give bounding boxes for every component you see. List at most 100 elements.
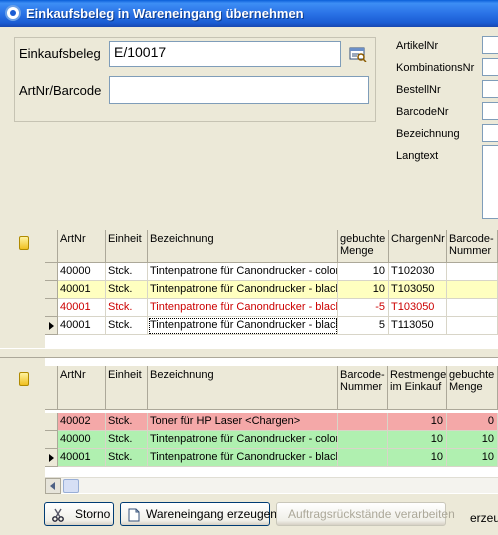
cell-barcode[interactable] [447,263,498,281]
upper-rowheader-corner [45,230,58,263]
table-row[interactable]: 40002 Stck. Toner für HP Laser <Chargen> 10… [45,413,498,431]
cell-einheit[interactable]: Stck. [106,413,148,431]
dialog-window: Einkaufsbeleg in Wareneingang übernehmen… [0,0,498,535]
cell-barcode[interactable] [338,431,388,449]
bezeichnung-field[interactable] [482,124,498,142]
cell-menge[interactable]: 10 [338,263,389,281]
table-row[interactable]: 40000 Stck. Tintenpatrone für Canondrucker… [45,263,498,281]
horizontal-scrollbar[interactable] [45,477,498,494]
lower-col-barcode[interactable]: Barcode-Nummer [338,366,388,410]
scroll-left-button[interactable] [45,478,61,494]
bestellnr-field[interactable] [482,80,498,98]
grid-splitter[interactable] [0,348,498,358]
langtext-label: Langtext [396,150,439,162]
auftragsrueckstaende-label: Auftragsrückstände verarbeiten [288,507,455,521]
langtext-field[interactable] [482,145,498,219]
cell-chargennr[interactable]: T113050 [389,317,447,335]
search-fieldbox: Einkaufsbeleg E/10017 ArtNr/Barcode [14,37,376,122]
title-bar[interactable]: Einkaufsbeleg in Wareneingang übernehmen [0,0,498,27]
cell-menge[interactable]: 10 [447,431,498,449]
lower-grid: ArtNr Einheit Bezeichnung Barcode-Nummer… [0,358,498,494]
lower-col-artnr[interactable]: ArtNr [58,366,106,410]
cell-chargennr[interactable]: T102030 [389,263,447,281]
cell-restmenge[interactable]: 10 [388,413,447,431]
lower-grid-note-icon[interactable] [19,372,29,386]
cell-artnr[interactable]: 40001 [58,281,106,299]
cell-einheit[interactable]: Stck. [106,449,148,467]
cell-artnr[interactable]: 40002 [58,413,106,431]
footer-cut-label: erzeug [470,511,498,525]
document-icon [127,507,141,522]
wareneingang-erzeugen-button[interactable]: Wareneingang erzeugen [120,502,277,526]
lower-rowheader-corner [45,366,58,410]
cell-barcode[interactable] [338,413,388,431]
upper-col-chargennr[interactable]: ChargenNr [389,230,447,263]
lower-col-menge[interactable]: gebuchte Menge [447,366,498,410]
cell-artnr[interactable]: 40001 [58,449,106,467]
cell-einheit[interactable]: Stck. [106,431,148,449]
cell-menge[interactable]: 10 [338,281,389,299]
scroll-thumb[interactable] [63,479,79,493]
scissors-icon [51,507,65,522]
cell-barcode[interactable] [447,299,498,317]
lower-col-bezeichnung[interactable]: Bezeichnung [148,366,338,410]
lookup-icon[interactable] [349,46,367,63]
table-row[interactable]: 40001 Stck. Tintenpatrone für Canondrucker… [45,317,498,335]
upper-col-barcode[interactable]: Barcode-Nummer [447,230,498,263]
einkaufsbeleg-input[interactable]: E/10017 [109,41,341,67]
table-row[interactable]: 40001 Stck. Tintenpatrone für Canondrucker… [45,299,498,317]
artikelnr-field[interactable] [482,36,498,54]
cell-barcode[interactable] [338,449,388,467]
upper-col-einheit[interactable]: Einheit [106,230,148,263]
cell-barcode[interactable] [447,317,498,335]
table-row[interactable]: 40000 Stck. Tintenpatrone für Canondrucker… [45,431,498,449]
bestellnr-label: BestellNr [396,84,441,96]
cell-artnr[interactable]: 40000 [58,431,106,449]
cell-einheit[interactable]: Stck. [106,317,148,335]
cell-einheit[interactable]: Stck. [106,299,148,317]
button-bar: Storno Wareneingang erzeugen Auftragsrüc… [0,494,498,535]
auftragsrueckstaende-button[interactable]: Auftragsrückstände verarbeiten [276,502,455,526]
upper-grid: ArtNr Einheit Bezeichnung gebuchte Menge… [0,230,498,348]
cell-artnr[interactable]: 40000 [58,263,106,281]
cell-chargennr[interactable]: T103050 [389,299,447,317]
kombinationsnr-field[interactable] [482,58,498,76]
cell-bezeichnung[interactable]: Tintenpatrone für Canondrucker - black [148,317,338,335]
artnr-barcode-label: ArtNr/Barcode [19,83,102,98]
einkaufsbeleg-label: Einkaufsbeleg [19,46,101,61]
barcodenr-field[interactable] [482,102,498,120]
upper-col-artnr[interactable]: ArtNr [58,230,106,263]
cell-restmenge[interactable]: 10 [388,431,447,449]
cell-barcode[interactable] [447,281,498,299]
artikelnr-label: ArtikelNr [396,40,439,52]
cell-restmenge[interactable]: 10 [388,449,447,467]
cell-bezeichnung[interactable]: Toner für HP Laser <Chargen> [148,413,338,431]
cell-menge[interactable]: 10 [447,449,498,467]
upper-grid-note-icon[interactable] [19,236,29,250]
upper-col-bezeichnung[interactable]: Bezeichnung [148,230,338,263]
cell-artnr[interactable]: 40001 [58,299,106,317]
cell-bezeichnung[interactable]: Tintenpatrone für Canondrucker - color [148,263,338,281]
storno-button[interactable]: Storno [44,502,114,526]
cell-menge[interactable]: 0 [447,413,498,431]
cell-bezeichnung[interactable]: Tintenpatrone für Canondrucker - color [148,431,338,449]
artnr-barcode-input[interactable] [109,76,369,104]
cell-menge[interactable]: -5 [338,299,389,317]
lower-col-restmenge[interactable]: Restmenge im Einkauf [388,366,447,410]
bezeichnung-label: Bezeichnung [396,128,460,140]
cell-menge[interactable]: 5 [338,317,389,335]
cell-chargennr[interactable]: T103050 [389,281,447,299]
upper-col-menge[interactable]: gebuchte Menge [338,230,389,263]
cell-bezeichnung[interactable]: Tintenpatrone für Canondrucker - black [148,281,338,299]
table-row[interactable]: 40001 Stck. Tintenpatrone für Canondrucker… [45,281,498,299]
kombinationsnr-label: KombinationsNr [396,62,475,74]
cell-artnr[interactable]: 40001 [58,317,106,335]
window-title: Einkaufsbeleg in Wareneingang übernehmen [26,6,304,21]
cell-bezeichnung[interactable]: Tintenpatrone für Canondrucker - black [148,449,338,467]
wareneingang-erzeugen-label: Wareneingang erzeugen [146,507,277,521]
lower-col-einheit[interactable]: Einheit [106,366,148,410]
cell-einheit[interactable]: Stck. [106,281,148,299]
cell-bezeichnung[interactable]: Tintenpatrone für Canondrucker - black [148,299,338,317]
cell-einheit[interactable]: Stck. [106,263,148,281]
table-row[interactable]: 40001 Stck. Tintenpatrone für Canondrucker… [45,449,498,467]
